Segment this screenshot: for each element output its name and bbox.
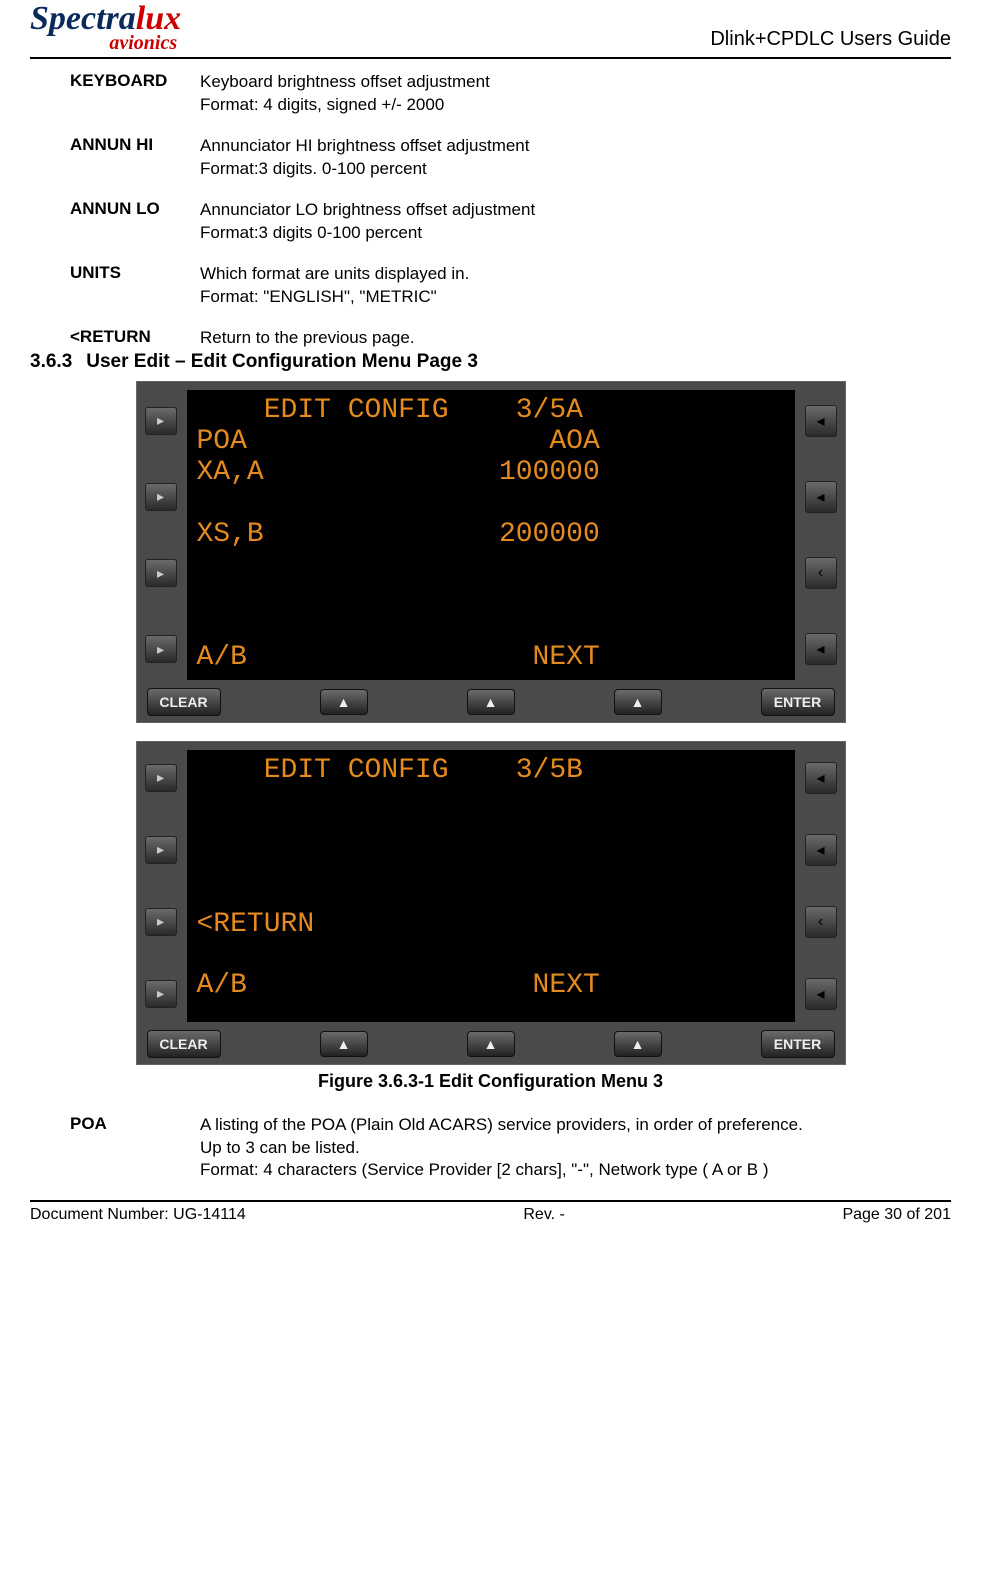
def-term: UNITS [70,263,200,309]
def-row: <RETURNReturn to the previous page. [70,327,931,350]
def-row: KEYBOARDKeyboard brightness offset adjus… [70,71,931,117]
def-term: ANNUN HI [70,135,200,181]
def-line: Keyboard brightness offset adjustment [200,71,490,94]
def-desc: Annunciator LO brightness offset adjustm… [200,199,535,245]
lsk-right-col: ◂ ◂ ‹ ◂ [803,390,839,679]
def-row: UNITSWhich format are units displayed in… [70,263,931,309]
up-button-3b[interactable]: ▲ [614,1031,662,1057]
def-desc: Annunciator HI brightness offset adjustm… [200,135,529,181]
enter-button-b[interactable]: ENTER [761,1030,835,1058]
section-number: 3.6.3 [30,351,72,372]
up-button-3[interactable]: ▲ [614,689,662,715]
def-line: Format:3 digits 0-100 percent [200,222,535,245]
def-line: Annunciator HI brightness offset adjustm… [200,135,529,158]
def-term: <RETURN [70,327,200,350]
cdu-bottom-keys-b: CLEAR ▲ ▲ ▲ ENTER [143,1030,839,1058]
def-term: POA [70,1114,200,1183]
lsk-r2b[interactable]: ◂ [805,834,837,866]
def-line: Annunciator LO brightness offset adjustm… [200,199,535,222]
section-title: User Edit – Edit Configuration Menu Page… [86,351,478,372]
clear-button-b[interactable]: CLEAR [147,1030,221,1058]
lsk-r3[interactable]: ‹ [805,557,837,589]
lsk-left-col-b: ▸ ▸ ▸ ▸ [143,750,179,1022]
def-line: Return to the previous page. [200,327,415,350]
logo: Spectralux avionics [30,0,181,55]
definitions-top: KEYBOARDKeyboard brightness offset adjus… [70,71,931,349]
lsk-l2b[interactable]: ▸ [145,836,177,864]
lsk-l4b[interactable]: ▸ [145,980,177,1008]
doc-title: Dlink+CPDLC Users Guide [710,28,951,55]
def-term: KEYBOARD [70,71,200,117]
up-button-1[interactable]: ▲ [320,689,368,715]
def-desc: Keyboard brightness offset adjustmentFor… [200,71,490,117]
lsk-right-col-b: ◂ ◂ ‹ ◂ [803,750,839,1022]
cdu-bottom-keys-a: CLEAR ▲ ▲ ▲ ENTER [143,688,839,716]
definitions-bottom: POAA listing of the POA (Plain Old ACARS… [70,1114,931,1183]
page-header: Spectralux avionics Dlink+CPDLC Users Gu… [30,0,951,59]
def-desc: A listing of the POA (Plain Old ACARS) s… [200,1114,803,1183]
def-line: Which format are units displayed in. [200,263,469,286]
def-row: POAA listing of the POA (Plain Old ACARS… [70,1114,931,1183]
def-line: Format: "ENGLISH", "METRIC" [200,286,469,309]
lsk-left-col: ▸ ▸ ▸ ▸ [143,390,179,679]
section-heading: 3.6.3 User Edit – Edit Configuration Menu… [30,351,951,373]
def-term: ANNUN LO [70,199,200,245]
enter-button[interactable]: ENTER [761,688,835,716]
cdu-screen-b: EDIT CONFIG 3/5B <RETURN A/B NEXT [187,750,795,1022]
def-desc: Return to the previous page. [200,327,415,350]
lsk-r1[interactable]: ◂ [805,405,837,437]
lsk-r2[interactable]: ◂ [805,481,837,513]
lsk-l2[interactable]: ▸ [145,483,177,511]
lsk-r4[interactable]: ◂ [805,633,837,665]
def-desc: Which format are units displayed in.Form… [200,263,469,309]
def-row: ANNUN LOAnnunciator LO brightness offset… [70,199,931,245]
def-line: Format: 4 digits, signed +/- 2000 [200,94,490,117]
cdu-screen-a: EDIT CONFIG 3/5A POA AOA XA,A 100000 XS,… [187,390,795,679]
lsk-r4b[interactable]: ◂ [805,978,837,1010]
lsk-l1b[interactable]: ▸ [145,764,177,792]
up-button-2b[interactable]: ▲ [467,1031,515,1057]
figure-caption: Figure 3.6.3-1 Edit Configuration Menu 3 [30,1071,951,1092]
lsk-r3b[interactable]: ‹ [805,906,837,938]
def-line: A listing of the POA (Plain Old ACARS) s… [200,1114,803,1137]
footer-left: Document Number: UG-14114 [30,1206,246,1224]
up-button-1b[interactable]: ▲ [320,1031,368,1057]
def-row: ANNUN HIAnnunciator HI brightness offset… [70,135,931,181]
footer-center: Rev. - [523,1206,564,1224]
footer-right: Page 30 of 201 [842,1206,951,1224]
def-line: Format:3 digits. 0-100 percent [200,158,529,181]
def-line: Format: 4 characters (Service Provider [… [200,1159,803,1182]
cdu-panel-a: ▸ ▸ ▸ ▸ EDIT CONFIG 3/5A POA AOA XA,A 10… [136,381,846,722]
page-footer: Document Number: UG-14114 Rev. - Page 30… [30,1200,951,1224]
cdu-panel-b: ▸ ▸ ▸ ▸ EDIT CONFIG 3/5B <RETURN [136,741,846,1065]
lsk-l4[interactable]: ▸ [145,635,177,663]
lsk-l3b[interactable]: ▸ [145,908,177,936]
lsk-l3[interactable]: ▸ [145,559,177,587]
clear-button[interactable]: CLEAR [147,688,221,716]
lsk-r1b[interactable]: ◂ [805,762,837,794]
up-button-2[interactable]: ▲ [467,689,515,715]
lsk-l1[interactable]: ▸ [145,407,177,435]
def-line: Up to 3 can be listed. [200,1137,803,1160]
